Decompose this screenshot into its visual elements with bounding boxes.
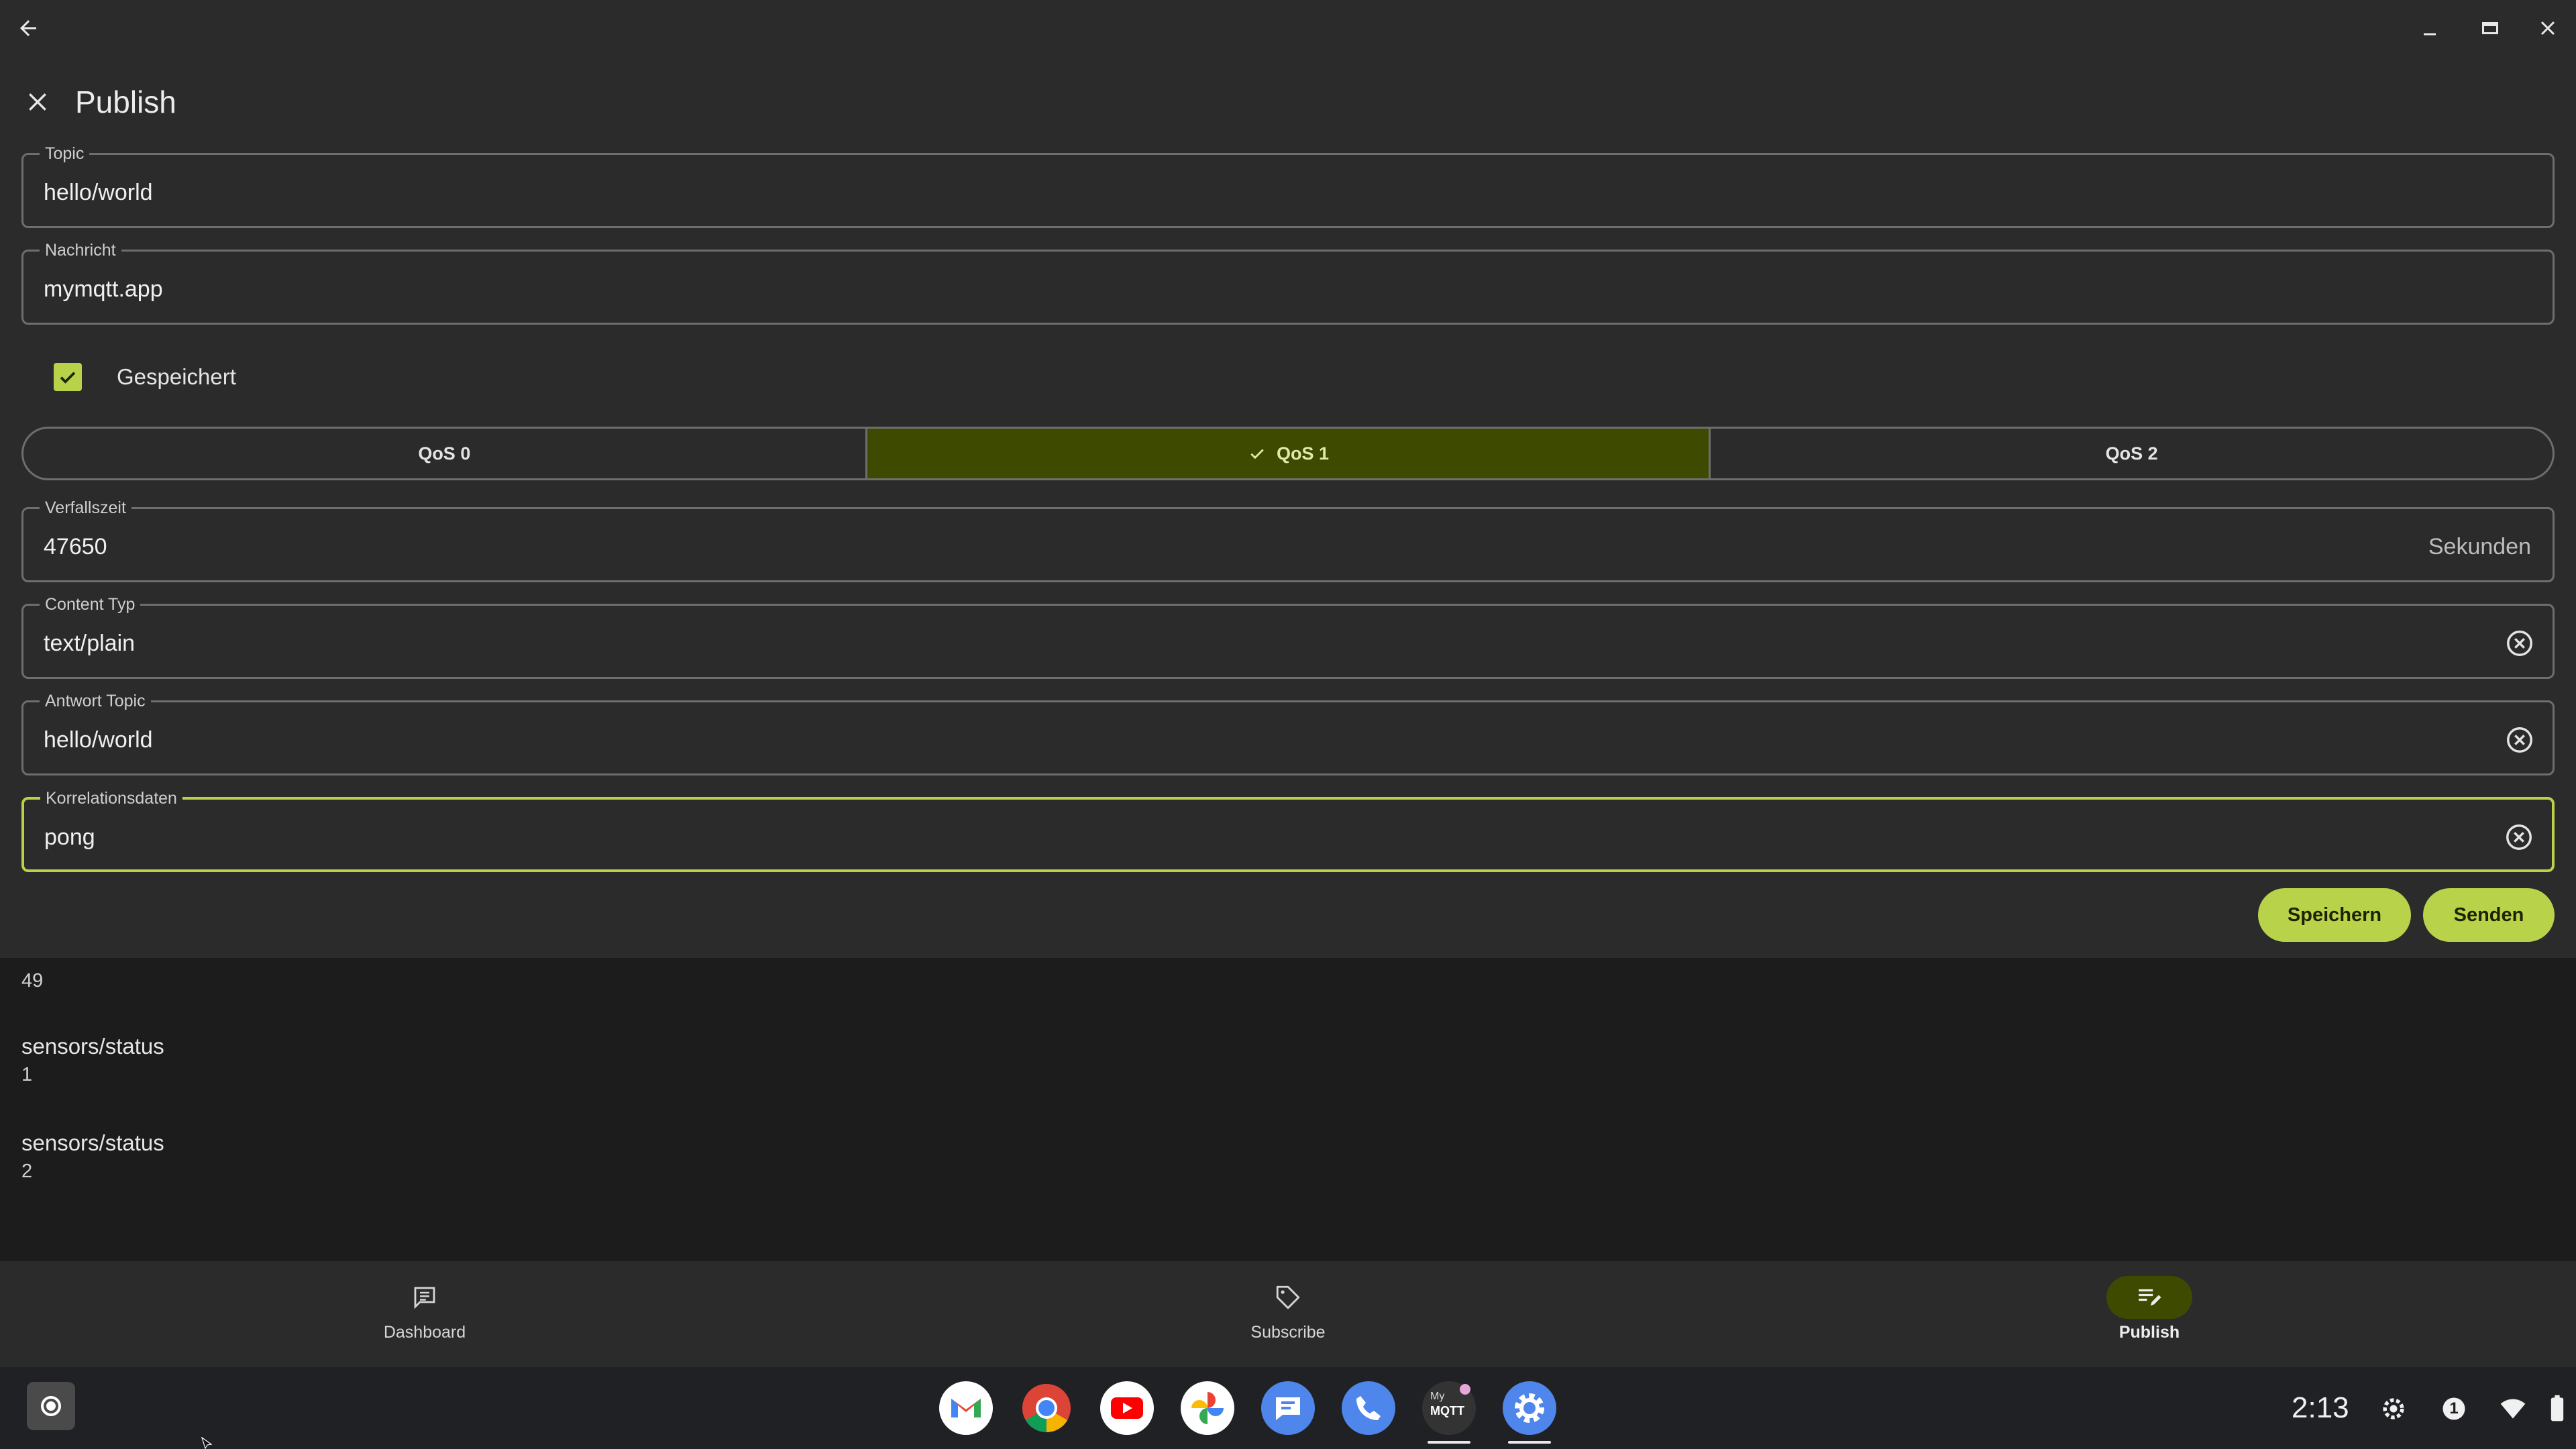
message-topic: sensors/status [21, 1034, 164, 1059]
window-titlebar [0, 0, 2576, 56]
qos-selector: QoS 0 QoS 1 QoS 2 [21, 427, 2555, 480]
nav-dashboard[interactable]: Dashboard [317, 1276, 532, 1356]
mouse-pointer-icon [201, 1437, 213, 1449]
minimize-icon [2424, 33, 2436, 36]
phone-app[interactable] [1342, 1381, 1395, 1435]
gmail-app[interactable] [939, 1381, 993, 1435]
correlation-data-field[interactable]: Korrelationsdaten pong [21, 788, 2555, 872]
close-icon [29, 93, 46, 111]
tag-icon [1276, 1285, 1300, 1309]
expiry-field[interactable]: Verfallszeit 47650 Sekunden [21, 498, 2555, 582]
settings-icon [1503, 1381, 1556, 1435]
settings-running-indicator [1508, 1441, 1551, 1444]
chrome-app[interactable] [1020, 1381, 1073, 1435]
status-area[interactable]: 2:13 1 [2267, 1367, 2576, 1449]
clock: 2:13 [2292, 1391, 2349, 1424]
expiry-unit: Sekunden [2428, 534, 2531, 559]
page-title: Publish [75, 85, 176, 119]
message-label: Nachricht [40, 240, 121, 260]
message-payload: 49 [21, 970, 44, 991]
notification-badge: 1 [2438, 1393, 2470, 1425]
qos-0-option[interactable]: QoS 0 [23, 429, 867, 478]
publish-panel: Publish Topic hello/world Nachricht mymq… [0, 56, 2576, 958]
retained-label: Gespeichert [117, 364, 236, 389]
dashboard-icon [414, 1287, 435, 1309]
send-button[interactable]: Senden [2423, 888, 2555, 942]
mymqtt-running-indicator [1428, 1441, 1470, 1444]
bottom-navigation: Dashboard Subscribe Publish [0, 1261, 2576, 1367]
close-panel-button[interactable] [19, 83, 56, 121]
clear-circle-icon [2507, 631, 2532, 656]
response-topic-value: hello/world [44, 727, 153, 753]
minimize-button[interactable] [2410, 8, 2450, 48]
topic-value: hello/world [44, 180, 153, 205]
messages-icon [1261, 1381, 1315, 1435]
photos-app[interactable] [1181, 1381, 1234, 1435]
list-item[interactable]: sensors/status 2 [21, 1130, 164, 1183]
mymqtt-app[interactable]: My MQTT [1422, 1381, 1476, 1435]
message-list: 49 sensors/status 1 sensors/status 2 [0, 958, 2576, 1261]
save-button[interactable]: Speichern [2258, 888, 2411, 942]
retained-checkbox[interactable] [54, 363, 82, 391]
gmail-icon [939, 1381, 993, 1435]
response-topic-label: Antwort Topic [40, 691, 151, 711]
content-type-label: Content Typ [40, 594, 141, 614]
retained-row: Gespeichert [54, 357, 236, 397]
clear-circle-icon [2506, 824, 2532, 850]
qos-1-option[interactable]: QoS 1 [867, 429, 1711, 478]
list-item[interactable]: 49 [21, 966, 43, 993]
correlation-data-value: pong [44, 824, 95, 850]
publish-icon [2139, 1289, 2161, 1306]
system-shelf: My MQTT 2:13 1 [0, 1367, 2576, 1449]
chrome-icon [1022, 1384, 1071, 1432]
youtube-icon [1100, 1381, 1154, 1435]
message-value: mymqtt.app [44, 276, 163, 302]
expiry-label: Verfallszeit [40, 498, 131, 518]
settings-app[interactable] [1503, 1381, 1556, 1435]
clear-content-type-button[interactable] [2504, 628, 2535, 659]
close-icon [2540, 21, 2555, 36]
nav-subscribe[interactable]: Subscribe [1181, 1276, 1395, 1356]
panel-header: Publish [0, 56, 2576, 150]
message-topic: sensors/status [21, 1130, 164, 1155]
photos-icon [1181, 1381, 1234, 1435]
content-type-value: text/plain [44, 631, 136, 656]
launcher-icon [41, 1396, 61, 1416]
topic-field[interactable]: Topic hello/world [21, 144, 2555, 228]
list-item[interactable]: sensors/status 1 [21, 1033, 164, 1087]
qos-2-option[interactable]: QoS 2 [1711, 429, 2553, 478]
restore-icon [2482, 22, 2498, 34]
topic-label: Topic [40, 144, 90, 164]
window-close-button[interactable] [2528, 8, 2568, 48]
content-type-field[interactable]: Content Typ text/plain [21, 594, 2555, 679]
clear-correlation-data-button[interactable] [2504, 822, 2534, 853]
arrow-left-icon [20, 20, 36, 36]
message-payload: 1 [21, 1064, 33, 1085]
check-icon [60, 372, 76, 384]
messages-app[interactable] [1261, 1381, 1315, 1435]
correlation-data-label: Korrelationsdaten [40, 788, 182, 808]
wifi-icon [2497, 1393, 2529, 1425]
message-payload: 2 [21, 1161, 33, 1182]
clear-circle-icon [2507, 727, 2532, 753]
clear-response-topic-button[interactable] [2504, 724, 2535, 755]
expiry-value: 47650 [44, 534, 107, 559]
nav-publish[interactable]: Publish [2042, 1276, 2257, 1356]
youtube-app[interactable] [1100, 1381, 1154, 1435]
back-button[interactable] [8, 8, 48, 48]
message-field[interactable]: Nachricht mymqtt.app [21, 240, 2555, 325]
gear-icon [2377, 1393, 2410, 1425]
response-topic-field[interactable]: Antwort Topic hello/world [21, 691, 2555, 775]
battery-icon [2541, 1393, 2573, 1425]
check-icon [1250, 449, 1264, 460]
maximize-button[interactable] [2470, 8, 2510, 48]
launcher-button[interactable] [27, 1382, 75, 1430]
phone-icon [1342, 1381, 1395, 1435]
